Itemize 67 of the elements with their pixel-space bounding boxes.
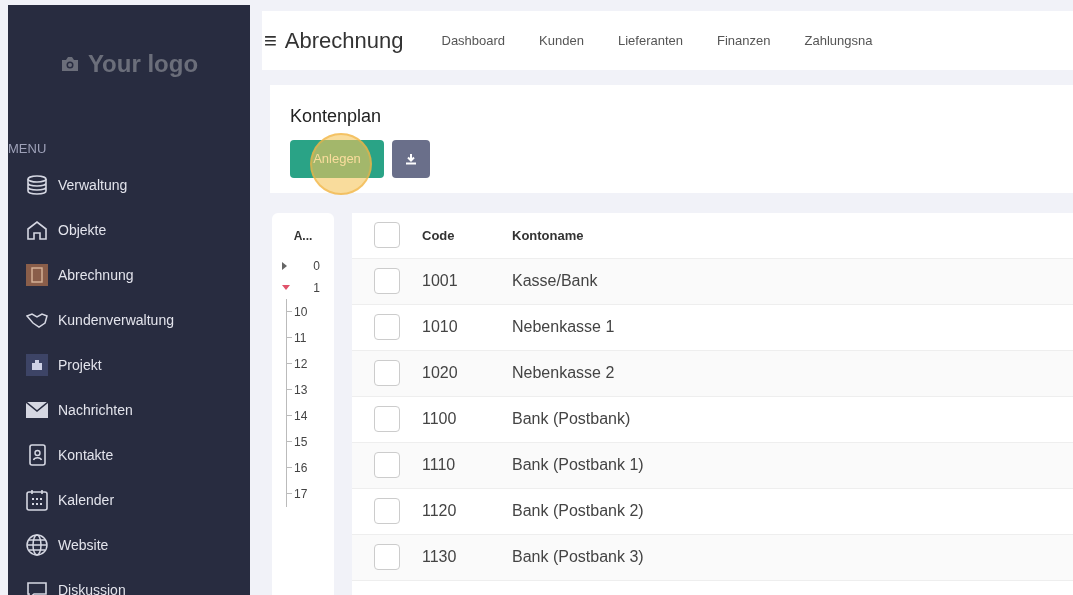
calendar-icon [26,489,48,511]
table-cell-text: 1120 [422,501,458,522]
sidebar-item[interactable]: Abrechnung [26,252,134,298]
table-cell-text: Bank (Postbank) [512,409,631,430]
nav-link[interactable]: Kunden [539,30,584,51]
checkbox[interactable] [374,544,400,571]
checkbox[interactable] [374,360,400,387]
download-button[interactable] [392,140,430,179]
table-cell-text: Bank (Postbank 3) [512,547,644,568]
nav-link[interactable]: Dashboard [441,30,506,51]
table-cell-text: 1110 [422,455,457,476]
globe-icon [26,534,48,556]
tree-item[interactable]: 10 [294,303,308,321]
table-cell-text: 1130 [422,547,458,568]
caret-down-icon[interactable] [282,284,290,292]
nav-link[interactable]: Zahlungsna [804,30,873,51]
sidebar-item[interactable]: Objekte [26,207,107,253]
table-cell-text: Bank (Postbank 2) [512,501,644,522]
table-cell-text: 1010 [422,317,459,338]
house-icon [26,220,48,240]
checkbox[interactable] [374,314,400,341]
sidebar-item[interactable]: Website [26,522,109,568]
tree-item[interactable]: 15 [294,433,308,451]
tree-heading: A... [293,228,313,245]
camera-icon [59,55,80,73]
card-title: Kontenplan [290,105,382,129]
logo-text: Your logo [87,49,199,79]
nav-link[interactable]: Finanzen [717,30,771,51]
column-header[interactable]: Kontoname [512,225,584,246]
checkbox[interactable] [374,222,400,249]
download-icon [405,153,417,166]
checkbox[interactable] [374,268,400,295]
sidebar-item[interactable]: Nachrichten [26,387,133,433]
table-cell-text: Nebenkasse 1 [512,317,615,338]
page-title: Abrechnung [284,27,404,56]
table-cell-text: Bank (Postbank 1) [512,455,644,476]
table-cell-text: 1001 [422,271,459,292]
tree-item[interactable]: 12 [294,355,308,373]
table-cell-text: 1020 [422,363,459,384]
contact-book-icon [26,444,48,466]
tree-item[interactable]: 13 [294,381,308,399]
column-header[interactable]: Code [422,225,512,246]
document-icon [26,264,48,286]
table-cell-text: Nebenkasse 2 [512,363,615,384]
sidebar-item[interactable]: Kontakte [26,432,114,478]
sidebar-item[interactable]: Verwaltung [26,162,128,208]
tree-item[interactable]: 16 [294,459,308,477]
table-cell-text: 1100 [422,409,458,430]
tree-item[interactable]: 1 [313,279,320,297]
sidebar-item[interactable]: Kalender [26,477,115,523]
checkbox[interactable] [374,406,400,433]
checkbox[interactable] [374,498,400,525]
chat-icon [26,580,48,595]
tree-item[interactable]: 17 [294,485,308,503]
coins-icon [26,175,48,195]
tree-item[interactable]: 0 [313,257,320,275]
table-cell-text: Kasse/Bank [512,271,598,292]
tree-item[interactable]: 14 [294,407,308,425]
checkbox[interactable] [374,452,400,479]
menu-icon[interactable]: ≡ [264,24,277,58]
sidebar-item[interactable]: Diskussion [26,567,126,595]
tree-item[interactable]: 11 [294,329,307,347]
sidebar-item[interactable]: Projekt [26,342,102,388]
envelope-icon [26,402,48,418]
menu-heading: MENU [8,140,47,158]
nav-link[interactable]: Lieferanten [617,30,683,51]
sidebar-item[interactable]: Kundenverwaltung [26,297,174,343]
